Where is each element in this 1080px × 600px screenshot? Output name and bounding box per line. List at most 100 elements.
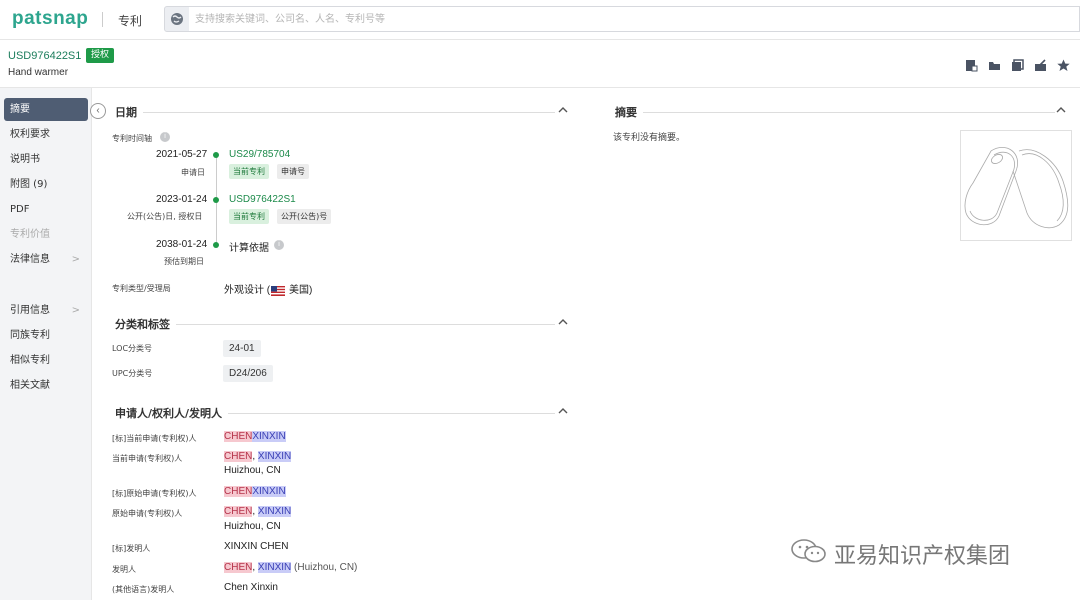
divider <box>102 12 103 27</box>
sidebar-item-label: 权利要求 <box>10 129 50 140</box>
section-divider <box>615 112 1055 113</box>
sidebar-item-similar[interactable]: 相似专利 <box>4 349 88 372</box>
applicant-value[interactable]: CHEN, XINXIN <box>224 451 292 462</box>
country: 美国) <box>289 285 313 296</box>
inventor-value[interactable]: Chen Xinxin <box>224 582 278 593</box>
chevron-right-icon: > <box>71 254 80 265</box>
applicant-label: [标]发明人 <box>112 544 151 553</box>
name-part: CHEN <box>224 451 253 462</box>
applicant-label: [标]原始申请(专利权)人 <box>112 489 197 498</box>
applicant-label: 发明人 <box>112 565 136 574</box>
applicant-label: 原始申请(专利权)人 <box>112 509 183 518</box>
upc-value[interactable]: D24/206 <box>223 365 273 382</box>
applicant-label: [标]当前申请(专利权)人 <box>112 434 197 443</box>
name-part: CHEN <box>224 562 253 573</box>
section-title-dates: 日期 <box>115 104 143 120</box>
sidebar-item-label: 法律信息 <box>10 254 50 265</box>
sidebar-item-label: 相似专利 <box>10 355 50 366</box>
patent-title: Hand warmer <box>8 67 69 78</box>
sidebar-item-label: PDF <box>10 204 30 215</box>
patsnap-logo[interactable]: patsnap <box>12 8 88 30</box>
sidebar-item-abstract[interactable]: 摘要 <box>4 98 88 121</box>
tag-type: 申请号 <box>277 164 309 179</box>
name-part: XINXIN <box>252 431 286 442</box>
sidebar-item-description[interactable]: 说明书 <box>4 148 88 171</box>
tag-current: 当前专利 <box>229 164 269 179</box>
loc-value[interactable]: 24-01 <box>223 340 261 357</box>
name-part: CHEN <box>224 506 253 517</box>
collapse-sidebar-icon[interactable]: ‹ <box>90 103 106 119</box>
copy-icon[interactable] <box>1011 59 1024 72</box>
sidebar-item-family[interactable]: 同族专利 <box>4 324 88 347</box>
sidebar-item-label: 相关文献 <box>10 380 50 391</box>
sidebar-item-legal[interactable]: 法律信息 > <box>4 248 88 271</box>
timeline-dot <box>213 242 219 248</box>
chevron-up-icon[interactable] <box>558 106 568 116</box>
abstract-text: 该专利没有摘要。 <box>613 133 686 143</box>
applicant-value[interactable]: CHEN, XINXIN <box>224 506 292 517</box>
info-icon[interactable]: i <box>160 132 170 142</box>
sidebar-item-pdf[interactable]: PDF <box>4 198 88 221</box>
us-flag-icon <box>271 283 285 296</box>
timeline-dot <box>213 152 219 158</box>
name-part: CHEN <box>224 486 253 497</box>
event-date-label: 申请日 <box>181 168 205 177</box>
patent-drawing-thumbnail[interactable] <box>960 130 1072 241</box>
export-icon[interactable] <box>965 59 978 72</box>
top-bar: patsnap 专利 <box>0 0 1080 40</box>
star-icon[interactable] <box>1057 59 1070 72</box>
inventor-location: (Huizhou, CN) <box>291 562 358 573</box>
applicant-label: 当前申请(专利权)人 <box>112 454 183 463</box>
sidebar-item-claims[interactable]: 权利要求 <box>4 123 88 146</box>
patent-number: USD976422S1 <box>8 50 82 62</box>
info-icon[interactable]: i <box>274 240 284 250</box>
inventor-value[interactable]: XINXIN CHEN <box>224 541 288 552</box>
applicant-location: Huizhou, CN <box>224 465 281 476</box>
chevron-up-icon[interactable] <box>558 318 568 328</box>
chevron-up-icon[interactable] <box>1056 106 1066 116</box>
inventor-value[interactable]: CHEN, XINXIN (Huizhou, CN) <box>224 562 357 573</box>
toolbar <box>965 59 1070 72</box>
name-part: XINXIN <box>257 506 292 517</box>
applicant-label: (其他语言)发明人 <box>112 585 175 594</box>
share-icon[interactable] <box>1034 59 1047 72</box>
search-input[interactable] <box>189 6 1080 32</box>
sidebar-item-citations[interactable]: 引用信息 > <box>4 299 88 322</box>
event-date-label: 公开(公告)日, 授权日 <box>127 212 203 221</box>
globe-icon[interactable] <box>164 6 190 32</box>
application-number-link[interactable]: US29/785704 <box>229 149 290 160</box>
section-divider <box>115 324 555 325</box>
sidebar-item-label: 引用信息 <box>10 305 50 316</box>
sidebar-item-label: 附图 (9) <box>10 179 48 190</box>
sidebar-item-related[interactable]: 相关文献 <box>4 374 88 397</box>
folder-icon[interactable] <box>988 59 1001 72</box>
name-part: CHEN <box>224 431 253 442</box>
sidebar-item-label: 同族专利 <box>10 330 50 341</box>
loc-label: LOC分类号 <box>112 344 153 353</box>
chevron-up-icon[interactable] <box>558 407 568 417</box>
applicant-value[interactable]: CHENXINXIN <box>224 486 286 497</box>
section-title-abstract: 摘要 <box>615 104 643 120</box>
name-part: XINXIN <box>257 451 292 462</box>
upc-label: UPC分类号 <box>112 369 153 378</box>
section-title-classification: 分类和标签 <box>115 316 176 332</box>
sidebar: 摘要 权利要求 说明书 附图 (9) PDF 专利价值 法律信息 > 引用信息 > … <box>0 88 92 600</box>
tag-type: 公开(公告)号 <box>277 209 332 224</box>
event-date-label: 预估到期日 <box>164 257 204 266</box>
chevron-right-icon: > <box>71 305 80 316</box>
type-label: 专利类型/受理局 <box>112 284 171 293</box>
sidebar-item-drawings[interactable]: 附图 (9) <box>4 173 88 196</box>
wechat-icon <box>790 537 828 571</box>
sidebar-item-label: 摘要 <box>10 104 30 115</box>
publication-number-link[interactable]: USD976422S1 <box>229 194 296 205</box>
section-divider <box>115 112 555 113</box>
timeline-dot <box>213 197 219 203</box>
module-label[interactable]: 专利 <box>118 12 142 29</box>
event-date: 2023-01-24 <box>156 194 208 205</box>
patent-type: 外观设计 ( <box>224 285 271 296</box>
tag-current: 当前专利 <box>229 209 269 224</box>
sidebar-item-label: 说明书 <box>10 154 40 165</box>
watermark-text: 亚易知识产权集团 <box>834 544 1011 569</box>
patent-header: USD976422S1 授权 Hand warmer <box>0 40 1080 88</box>
applicant-value[interactable]: CHENXINXIN <box>224 431 286 442</box>
